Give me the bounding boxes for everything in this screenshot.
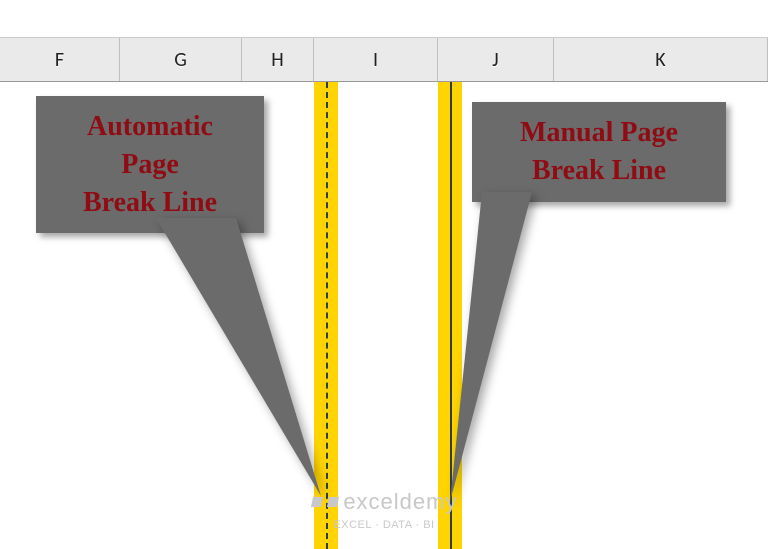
col-header-k[interactable]: K: [554, 38, 768, 81]
col-header-i[interactable]: I: [314, 38, 438, 81]
col-header-h[interactable]: H: [242, 38, 314, 81]
col-header-f[interactable]: F: [0, 38, 120, 81]
col-header-g[interactable]: G: [120, 38, 242, 81]
callout-manual-tail: [352, 102, 672, 522]
col-header-j[interactable]: J: [438, 38, 554, 81]
watermark: exceldemy EXCEL · DATA · BI: [0, 489, 768, 531]
watermark-logo-icon: [327, 497, 339, 507]
watermark-brand: exceldemy: [343, 489, 457, 514]
ribbon-edge: [0, 0, 768, 38]
callout-automatic-tail: [36, 96, 356, 496]
watermark-tagline: EXCEL · DATA · BI: [333, 519, 434, 531]
callout-manual: Manual Page Break Line: [472, 102, 726, 202]
callout-automatic: Automatic Page Break Line: [36, 96, 264, 233]
watermark-logo-icon: [310, 497, 322, 507]
column-headers-row: F G H I J K: [0, 38, 768, 82]
